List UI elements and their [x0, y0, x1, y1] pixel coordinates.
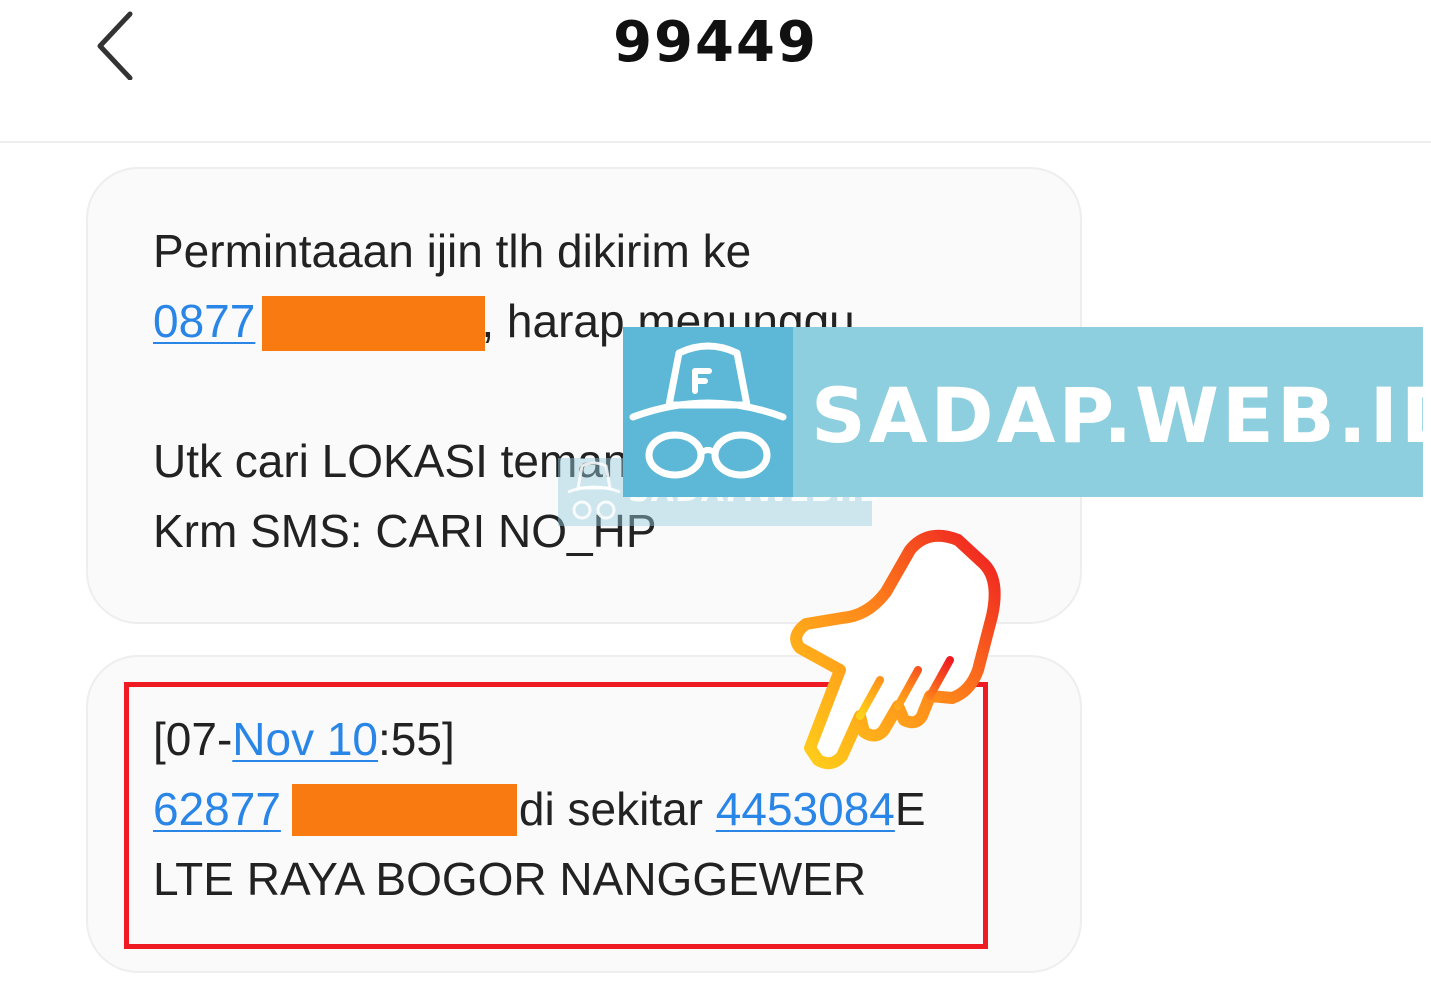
conversation-header: 99449	[0, 0, 1431, 143]
pointing-hand-icon	[780, 520, 1020, 780]
phone-number-link[interactable]: 0877	[153, 295, 255, 347]
spy-hat-glasses-icon	[629, 342, 787, 479]
watermark-text: SADAP.WEB.ID	[811, 371, 1431, 460]
watermark-logo	[623, 327, 793, 497]
redaction-block	[262, 296, 485, 351]
message-text-line: Permintaaan ijin tlh dikirim ke	[153, 225, 752, 277]
watermark-banner: SADAP.WEB.ID	[623, 327, 1431, 497]
spy-hat-glasses-icon	[567, 461, 621, 520]
conversation-title: 99449	[613, 10, 818, 75]
